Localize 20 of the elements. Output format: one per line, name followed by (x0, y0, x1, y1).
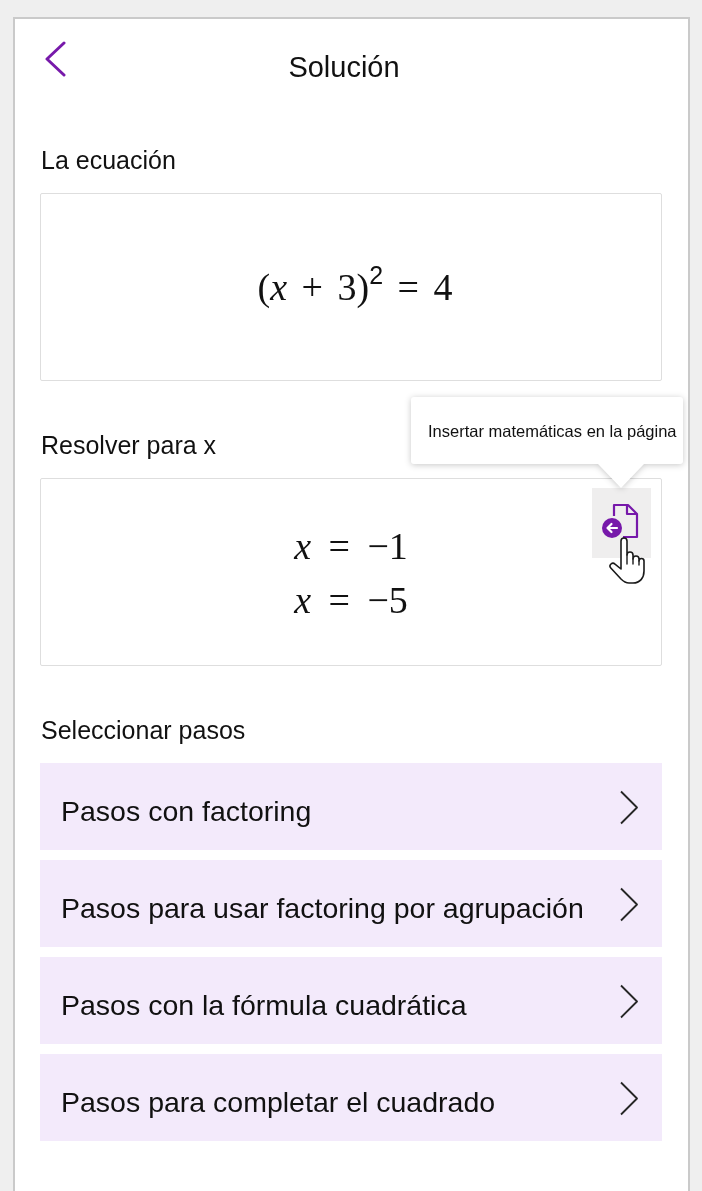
solution-text: x = −5 (294, 579, 408, 621)
chevron-right-icon (619, 984, 639, 1019)
page-title: Solución (288, 50, 400, 84)
chevron-left-icon (43, 41, 67, 77)
steps-option[interactable]: Pasos para completar el cuadrado (40, 1054, 662, 1141)
chevron-right-icon (619, 1081, 639, 1116)
chevron-right-icon (619, 887, 639, 922)
chevron-right-icon (619, 790, 639, 825)
section-label: La ecuación (41, 145, 176, 175)
hand-cursor-icon (609, 536, 645, 585)
insert-math-button[interactable] (592, 488, 651, 558)
section-label: Seleccionar pasos (41, 715, 246, 745)
back-button[interactable] (43, 41, 67, 77)
steps-option[interactable]: Pasos para usar factoring por agrupación (40, 860, 662, 947)
document-arrow-icon (600, 502, 639, 539)
steps-option[interactable]: Pasos con factoring (40, 763, 662, 850)
steps-option[interactable]: Pasos con la fórmula cuadrática (40, 957, 662, 1044)
solution-text: x = −1 (294, 525, 408, 567)
equation-text: (x + 3)$^{2}$ = 4 (257, 264, 453, 310)
section-label: Resolver para x (41, 430, 217, 460)
